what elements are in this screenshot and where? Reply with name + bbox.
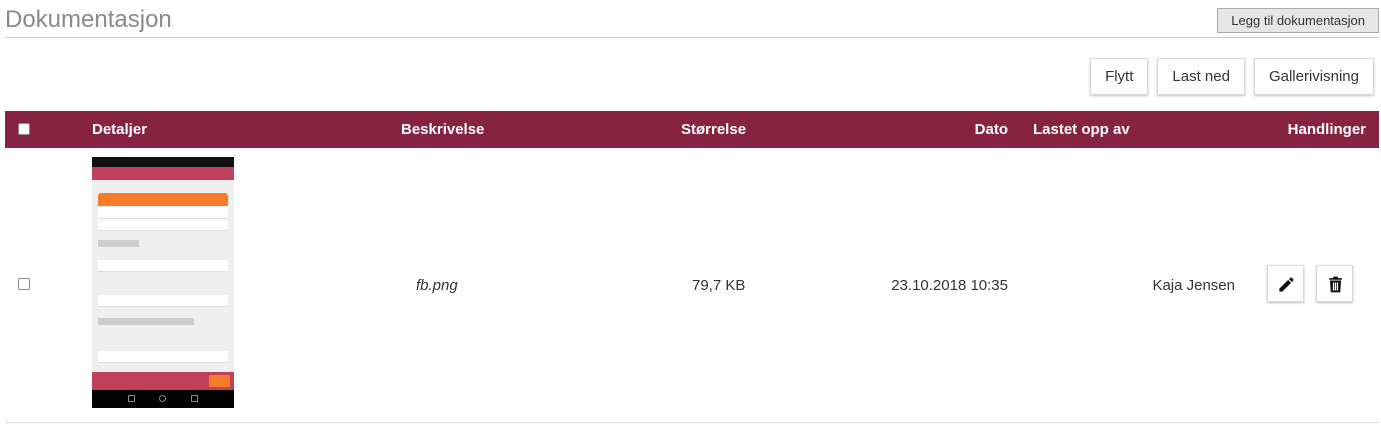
column-header-uploaded-by: Lastet opp av bbox=[1033, 121, 1130, 138]
cell-uploaded-by: Kaja Jensen bbox=[1152, 277, 1235, 294]
column-header-details: Detaljer bbox=[92, 121, 148, 138]
edit-button[interactable] bbox=[1267, 265, 1304, 302]
thumbnail-bottom-button bbox=[209, 375, 230, 387]
column-header-description: Beskrivelse bbox=[401, 121, 485, 138]
gallery-view-button[interactable]: Gallerivisning bbox=[1253, 58, 1374, 95]
thumbnail-heading bbox=[98, 240, 139, 247]
table-header: Detaljer Beskrivelse Størrelse Dato Last… bbox=[5, 111, 1379, 148]
thumbnail-line bbox=[98, 219, 228, 231]
thumbnail-bottom-bar bbox=[92, 372, 234, 390]
thumbnail-order-panel bbox=[98, 193, 228, 206]
cell-date: 23.10.2018 10:35 bbox=[891, 277, 1008, 294]
thumbnail-nav-bar bbox=[92, 390, 234, 408]
recents-nav-icon bbox=[191, 395, 198, 402]
table-row: fb.png 79,7 KB 23.10.2018 10:35 Kaja Jen… bbox=[5, 148, 1379, 423]
thumbnail-status-bar bbox=[92, 157, 234, 167]
home-nav-icon bbox=[159, 395, 166, 402]
thumbnail-app-bar bbox=[92, 167, 234, 180]
select-all-checkbox[interactable] bbox=[18, 123, 30, 135]
move-button[interactable]: Flytt bbox=[1090, 58, 1149, 95]
delete-button[interactable] bbox=[1316, 265, 1353, 302]
row-checkbox[interactable] bbox=[18, 278, 30, 290]
documentation-table: Detaljer Beskrivelse Størrelse Dato Last… bbox=[5, 111, 1379, 423]
toolbar: Flytt Last ned Gallerivisning bbox=[1090, 58, 1374, 95]
cell-description: fb.png bbox=[416, 277, 458, 294]
column-header-size: Størrelse bbox=[681, 121, 747, 138]
thumbnail-line bbox=[98, 295, 228, 307]
download-button[interactable]: Last ned bbox=[1157, 58, 1245, 95]
trash-icon bbox=[1329, 276, 1342, 293]
pencil-icon bbox=[1279, 277, 1294, 292]
add-documentation-button[interactable]: Legg til dokumentasjon bbox=[1217, 8, 1379, 33]
cell-size: 79,7 KB bbox=[692, 277, 746, 294]
document-thumbnail[interactable] bbox=[92, 157, 234, 408]
thumbnail-line bbox=[98, 260, 228, 272]
page-title: Dokumentasjon bbox=[5, 6, 172, 33]
thumbnail-heading bbox=[98, 318, 194, 325]
thumbnail-line bbox=[98, 351, 228, 363]
thumbnail-line bbox=[98, 207, 228, 219]
thumbnail-screen bbox=[92, 180, 234, 372]
column-header-date: Dato bbox=[974, 121, 1008, 138]
column-header-actions: Handlinger bbox=[1287, 121, 1366, 138]
back-nav-icon bbox=[128, 395, 135, 402]
page-header: Dokumentasjon Legg til dokumentasjon bbox=[5, 0, 1379, 38]
